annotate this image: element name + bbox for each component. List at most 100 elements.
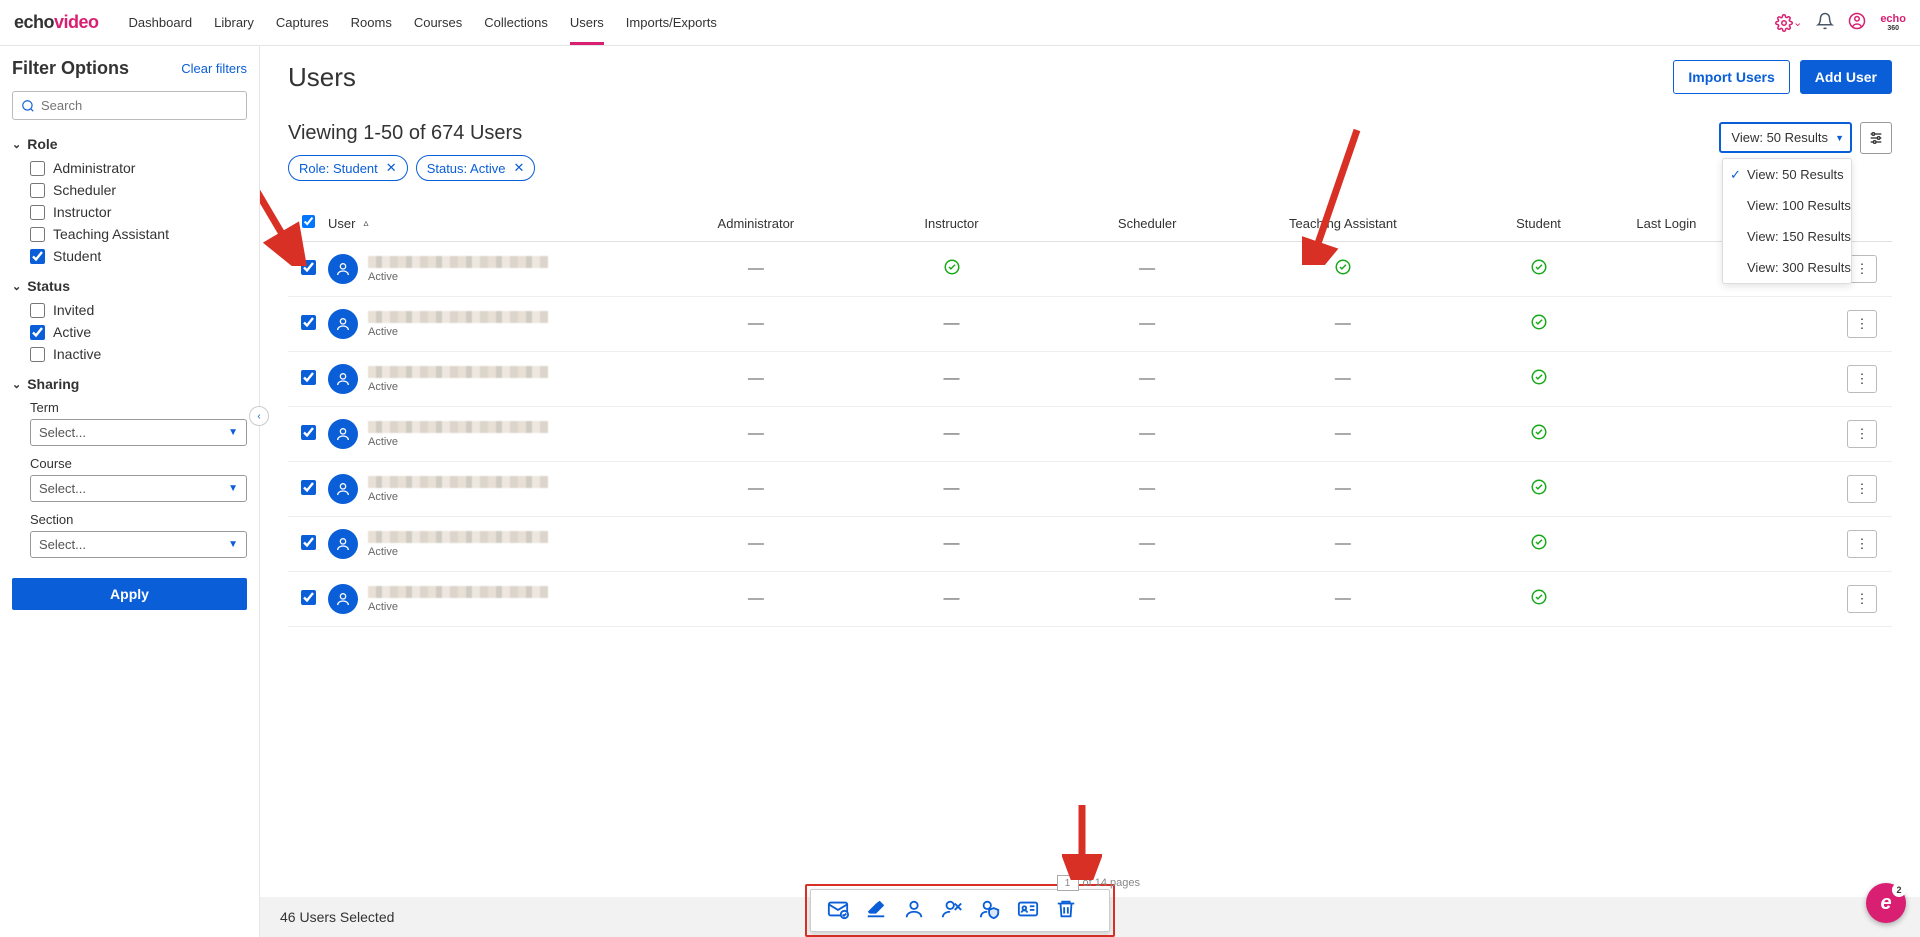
- role-instructor[interactable]: Instructor: [30, 204, 247, 220]
- col-student[interactable]: Student: [1441, 216, 1637, 231]
- viewing-count: Viewing 1-50 of 674 Users: [288, 122, 535, 145]
- user-cell[interactable]: Active: [328, 474, 658, 504]
- user-name-redacted: [368, 366, 548, 378]
- status-inactive[interactable]: Inactive: [30, 346, 247, 362]
- main-nav: Dashboard Library Captures Rooms Courses Coll…: [129, 0, 717, 45]
- dash-icon: —: [944, 590, 960, 607]
- import-users-button[interactable]: Import Users: [1673, 60, 1789, 94]
- sharing-group-header[interactable]: ⌄Sharing: [12, 376, 247, 392]
- course-select[interactable]: Select...▼: [30, 475, 247, 502]
- dash-icon: —: [1139, 590, 1155, 607]
- view-results-select[interactable]: View: 50 Results ▼: [1719, 122, 1852, 153]
- status-active[interactable]: Active: [30, 324, 247, 340]
- status-checkbox[interactable]: [30, 347, 45, 362]
- sliders-icon: [1868, 130, 1884, 146]
- view-option[interactable]: View: 100 Results: [1723, 190, 1851, 221]
- view-option[interactable]: View: 300 Results: [1723, 252, 1851, 283]
- nav-collections[interactable]: Collections: [484, 0, 548, 45]
- echo-360-badge[interactable]: echo 360: [1880, 14, 1906, 32]
- search-box[interactable]: [12, 91, 247, 120]
- notification-bell-icon[interactable]: [1816, 12, 1834, 33]
- avatar-icon: [328, 584, 358, 614]
- row-actions-button[interactable]: ⋮: [1847, 585, 1877, 613]
- nav-imports-exports[interactable]: Imports/Exports: [626, 0, 717, 45]
- row-actions-button[interactable]: ⋮: [1847, 310, 1877, 338]
- col-user[interactable]: User▵: [328, 216, 658, 231]
- row-checkbox[interactable]: [301, 425, 316, 440]
- status-checkbox[interactable]: [30, 303, 45, 318]
- filter-sliders-button[interactable]: [1860, 122, 1892, 154]
- col-admin[interactable]: Administrator: [658, 216, 854, 231]
- user-shield-icon[interactable]: [979, 898, 1001, 923]
- section-select[interactable]: Select...▼: [30, 531, 247, 558]
- apply-button[interactable]: Apply: [12, 578, 247, 610]
- select-all-checkbox[interactable]: [302, 215, 315, 228]
- dash-icon: —: [748, 370, 764, 387]
- bulk-action-highlight: 1 of 14 pages: [805, 884, 1115, 937]
- role-checkbox[interactable]: [30, 161, 45, 176]
- settings-gear-icon[interactable]: ⌄: [1775, 14, 1802, 32]
- role-checkbox[interactable]: [30, 227, 45, 242]
- avatar-icon: [328, 529, 358, 559]
- remove-user-icon[interactable]: [941, 898, 963, 923]
- row-checkbox[interactable]: [301, 535, 316, 550]
- user-icon[interactable]: [903, 898, 925, 923]
- page-number[interactable]: 1: [1057, 875, 1079, 891]
- term-select[interactable]: Select...▼: [30, 419, 247, 446]
- role-student[interactable]: Student: [30, 248, 247, 264]
- row-actions-button[interactable]: ⋮: [1847, 475, 1877, 503]
- view-option[interactable]: View: 150 Results: [1723, 221, 1851, 252]
- status-group-header[interactable]: ⌄Status: [12, 278, 247, 294]
- add-user-button[interactable]: Add User: [1800, 60, 1892, 94]
- row-checkbox[interactable]: [301, 480, 316, 495]
- logo[interactable]: echovideo: [14, 12, 99, 33]
- col-instructor[interactable]: Instructor: [854, 216, 1050, 231]
- row-checkbox[interactable]: [301, 370, 316, 385]
- erase-icon[interactable]: [865, 898, 887, 923]
- remove-chip-icon[interactable]: ✕: [386, 160, 397, 176]
- table-row: Active————⋮: [288, 517, 1892, 572]
- row-actions-button[interactable]: ⋮: [1847, 365, 1877, 393]
- role-checkbox[interactable]: [30, 249, 45, 264]
- search-input[interactable]: [41, 98, 238, 113]
- row-checkbox[interactable]: [301, 590, 316, 605]
- role-group-header[interactable]: ⌄Role: [12, 136, 247, 152]
- clear-filters-link[interactable]: Clear filters: [181, 61, 247, 76]
- view-option[interactable]: View: 50 Results: [1723, 159, 1851, 190]
- help-float-badge[interactable]: e 2: [1866, 883, 1906, 923]
- row-actions-button[interactable]: ⋮: [1847, 420, 1877, 448]
- remove-chip-icon[interactable]: ✕: [513, 160, 524, 176]
- row-actions-button[interactable]: ⋮: [1847, 530, 1877, 558]
- delete-trash-icon[interactable]: [1055, 898, 1077, 923]
- nav-rooms[interactable]: Rooms: [351, 0, 392, 45]
- table-row: Active——⋮: [288, 242, 1892, 297]
- role-scheduler[interactable]: Scheduler: [30, 182, 247, 198]
- row-checkbox[interactable]: [301, 315, 316, 330]
- nav-courses[interactable]: Courses: [414, 0, 462, 45]
- nav-users[interactable]: Users: [570, 0, 604, 45]
- dash-icon: —: [1139, 425, 1155, 442]
- role-teaching-assistant[interactable]: Teaching Assistant: [30, 226, 247, 242]
- dash-icon: —: [944, 535, 960, 552]
- status-invited[interactable]: Invited: [30, 302, 247, 318]
- col-ta[interactable]: Teaching Assistant: [1245, 216, 1441, 231]
- col-scheduler[interactable]: Scheduler: [1049, 216, 1245, 231]
- user-cell[interactable]: Active: [328, 584, 658, 614]
- status-checkbox[interactable]: [30, 325, 45, 340]
- user-cell[interactable]: Active: [328, 309, 658, 339]
- role-administrator[interactable]: Administrator: [30, 160, 247, 176]
- account-icon[interactable]: [1848, 12, 1866, 33]
- nav-dashboard[interactable]: Dashboard: [129, 0, 193, 45]
- id-card-icon[interactable]: [1017, 898, 1039, 923]
- user-cell[interactable]: Active: [328, 419, 658, 449]
- send-invite-icon[interactable]: [827, 898, 849, 923]
- role-checkbox[interactable]: [30, 205, 45, 220]
- nav-captures[interactable]: Captures: [276, 0, 329, 45]
- user-cell[interactable]: Active: [328, 529, 658, 559]
- user-cell[interactable]: Active: [328, 364, 658, 394]
- section-label: Section: [30, 512, 247, 527]
- row-checkbox[interactable]: [301, 260, 316, 275]
- nav-library[interactable]: Library: [214, 0, 254, 45]
- role-checkbox[interactable]: [30, 183, 45, 198]
- user-cell[interactable]: Active: [328, 254, 658, 284]
